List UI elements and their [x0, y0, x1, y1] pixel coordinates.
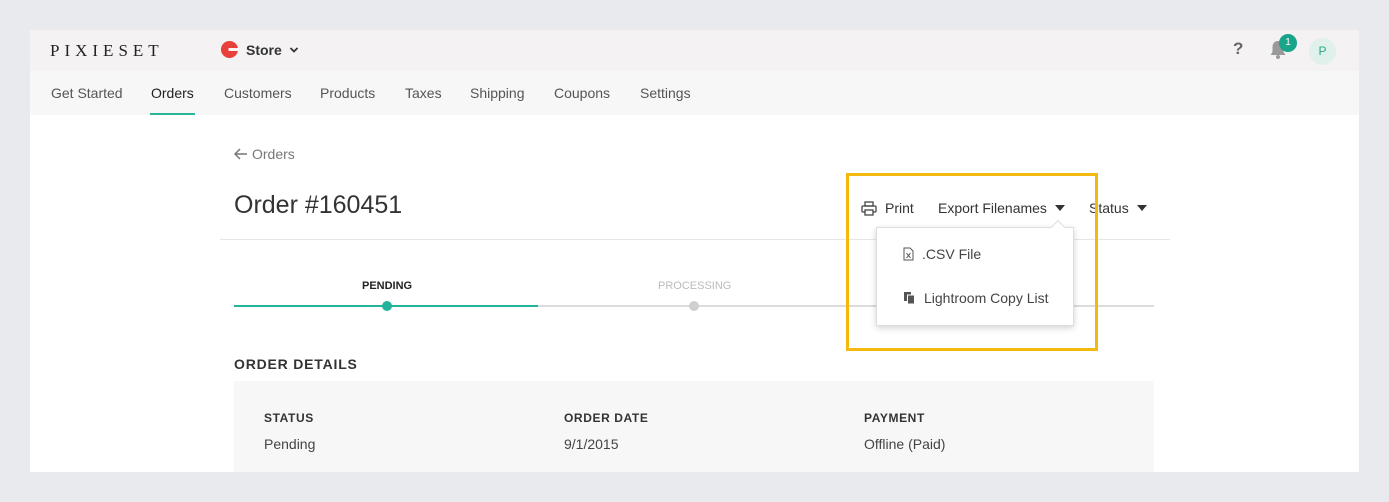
page-title: Order #160451 [234, 191, 403, 219]
back-to-orders-link[interactable]: Orders [234, 146, 295, 162]
back-link-label: Orders [252, 146, 295, 162]
main-nav: Get Started Orders Customers Products Ta… [30, 71, 1359, 115]
tab-coupons[interactable]: Coupons [554, 85, 610, 101]
arrow-left-icon [234, 148, 247, 160]
tab-customers[interactable]: Customers [224, 85, 292, 101]
export-menu: .CSV File Lightroom Copy List [876, 219, 1074, 326]
step-processing-dot [689, 301, 699, 311]
order-date-heading: ORDER DATE [564, 411, 649, 425]
status-value: Pending [264, 436, 316, 452]
menu-item-csv-label: .CSV File [922, 246, 982, 262]
order-date-value: 9/1/2015 [564, 436, 619, 452]
tab-taxes[interactable]: Taxes [405, 85, 442, 101]
store-label: Store [246, 41, 282, 58]
payment-heading: PAYMENT [864, 411, 925, 425]
chevron-down-icon [289, 46, 298, 53]
tab-shipping[interactable]: Shipping [470, 85, 525, 101]
store-switcher[interactable]: Store [220, 40, 299, 59]
tab-orders[interactable]: Orders [151, 85, 194, 101]
copy-list-icon [904, 292, 915, 305]
order-details-card: STATUS Pending ORDER DATE 9/1/2015 PAYME… [234, 381, 1154, 472]
tab-products[interactable]: Products [320, 85, 375, 101]
tab-get-started[interactable]: Get Started [51, 85, 123, 101]
payment-value: Offline (Paid) [864, 436, 946, 452]
order-details-title: ORDER DETAILS [234, 356, 358, 372]
app-window: PIXIESET Store ? 1 P Get Started Orders … [30, 30, 1359, 472]
step-pending-label: PENDING [362, 280, 413, 292]
avatar[interactable]: P [1309, 38, 1336, 65]
caret-down-icon [1136, 205, 1147, 211]
top-bar: PIXIESET Store ? 1 P [30, 30, 1359, 71]
menu-item-lightroom-label: Lightroom Copy List [924, 290, 1049, 306]
store-brand-icon [220, 40, 239, 59]
tab-settings[interactable]: Settings [640, 85, 691, 101]
active-tab-indicator [150, 113, 195, 115]
menu-item-csv[interactable]: .CSV File [903, 246, 981, 262]
pixieset-logo[interactable]: PIXIESET [50, 41, 164, 61]
status-heading: STATUS [264, 411, 314, 425]
help-icon[interactable]: ? [1233, 39, 1243, 59]
step-processing-label: PROCESSING [658, 280, 732, 292]
csv-file-icon [903, 247, 914, 261]
step-pending-dot [382, 301, 392, 311]
menu-item-lightroom[interactable]: Lightroom Copy List [903, 290, 1049, 306]
notification-badge: 1 [1279, 34, 1297, 52]
notifications-button[interactable]: 1 [1269, 34, 1297, 62]
